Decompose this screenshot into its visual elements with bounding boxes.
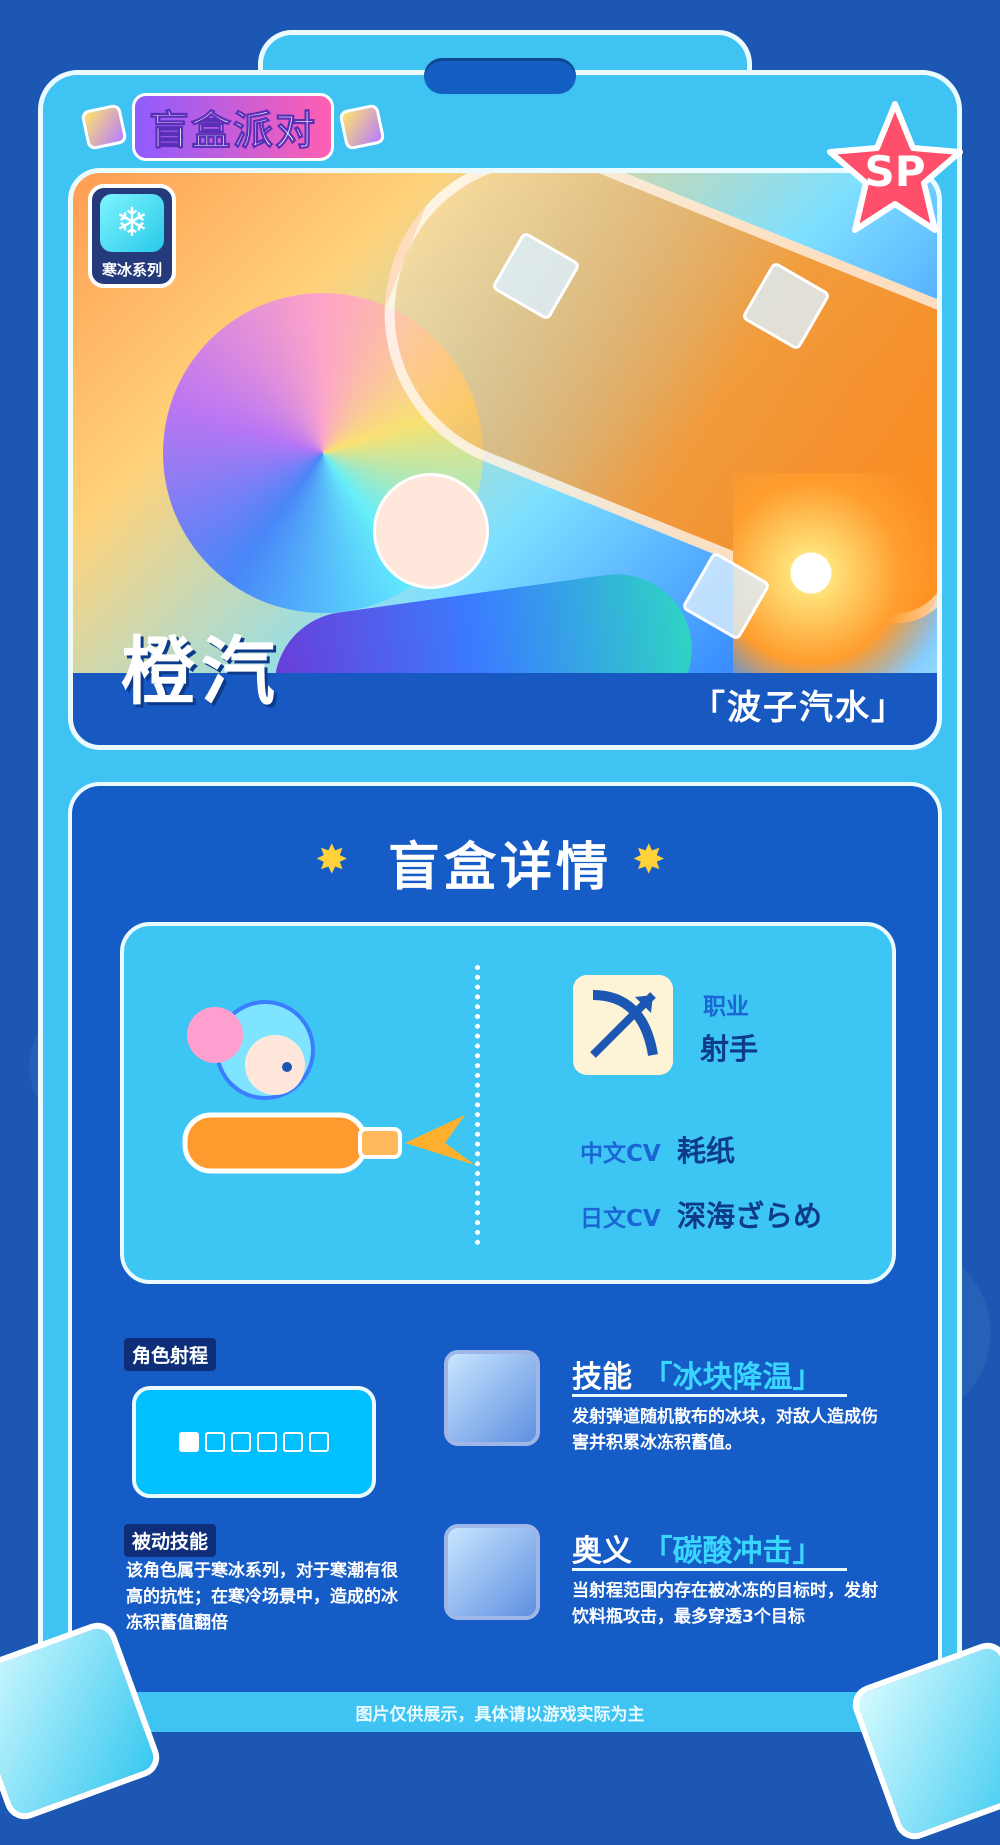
soda-burst-art — [733, 473, 937, 673]
range-cell — [179, 1432, 199, 1452]
archer-class-icon — [573, 975, 673, 1075]
skill-title: 技能 「冰块降温」 — [572, 1352, 822, 1396]
range-cell — [283, 1432, 303, 1452]
info-divider — [475, 965, 480, 1245]
jp-cv-label: 日文CV — [580, 1206, 661, 1232]
character-name: 橙汽 — [121, 629, 281, 715]
disclaimer-note: 图片仅供展示，具体请以游戏实际为主 — [355, 1705, 645, 1725]
game-logo: 盲盒派对 — [80, 93, 386, 161]
details-title: 盲盒详情 — [387, 838, 612, 898]
snowflake-icon: ❄ — [100, 194, 164, 252]
skill-name: 「冰块降温」 — [642, 1360, 823, 1395]
skill-description: 发射弹道随机散布的冰块，对敌人造成伤害并积累冰冻积蓄值。 — [572, 1407, 878, 1453]
character-art: 橙汽 「波子汽水」 — [68, 168, 942, 750]
ultimate-name: 「碳酸冲击」 — [642, 1534, 823, 1569]
ultimate-title: 奥义 「碳酸冲击」 — [572, 1526, 822, 1570]
cn-cv-label: 中文CV — [580, 1141, 661, 1167]
chibi-character-art — [182, 1000, 475, 1174]
class-label: 职业 — [703, 994, 749, 1020]
skill-underline — [572, 1394, 847, 1397]
range-tag: 角色射程 — [124, 1338, 217, 1371]
skill-label: 技能 — [572, 1360, 632, 1395]
character-title: 「波子汽水」 — [691, 688, 907, 728]
ultimate-description: 当射程范围内存在被冰冻的目标时，发射饮料瓶攻击，最多穿透3个目标 — [572, 1581, 878, 1627]
passive-description: 该角色属于寒冰系列，对于寒潮有很高的抗性；在寒冷场景中，造成的冰冻积蓄值翻倍 — [126, 1561, 398, 1633]
range-cell — [205, 1432, 225, 1452]
card-slot — [424, 58, 576, 94]
range-indicator — [132, 1386, 376, 1498]
star-icon: ✸ — [632, 837, 666, 883]
cn-cv-value: 耗纸 — [677, 1134, 736, 1168]
ultimate-label: 奥义 — [572, 1534, 632, 1569]
series-badge: ❄ 寒冰系列 — [88, 184, 176, 288]
range-cell — [257, 1432, 277, 1452]
sp-text: SP — [864, 147, 925, 196]
jp-cv-value: 深海ざらめ — [677, 1199, 823, 1233]
ice-cube-skill-icon — [444, 1350, 540, 1446]
range-cell — [309, 1432, 329, 1452]
sp-rarity-badge: SP — [827, 101, 963, 233]
ultimate-underline — [572, 1568, 847, 1571]
passive-tag: 被动技能 — [124, 1524, 217, 1557]
bottle-ultimate-icon — [444, 1524, 540, 1620]
blind-box-icon — [80, 103, 128, 151]
character-face — [373, 473, 489, 589]
class-value: 射手 — [700, 1032, 759, 1066]
logo-text: 盲盒派对 — [132, 93, 334, 161]
blind-box-icon — [338, 103, 386, 151]
series-label: 寒冰系列 — [101, 261, 162, 279]
range-cell — [231, 1432, 251, 1452]
